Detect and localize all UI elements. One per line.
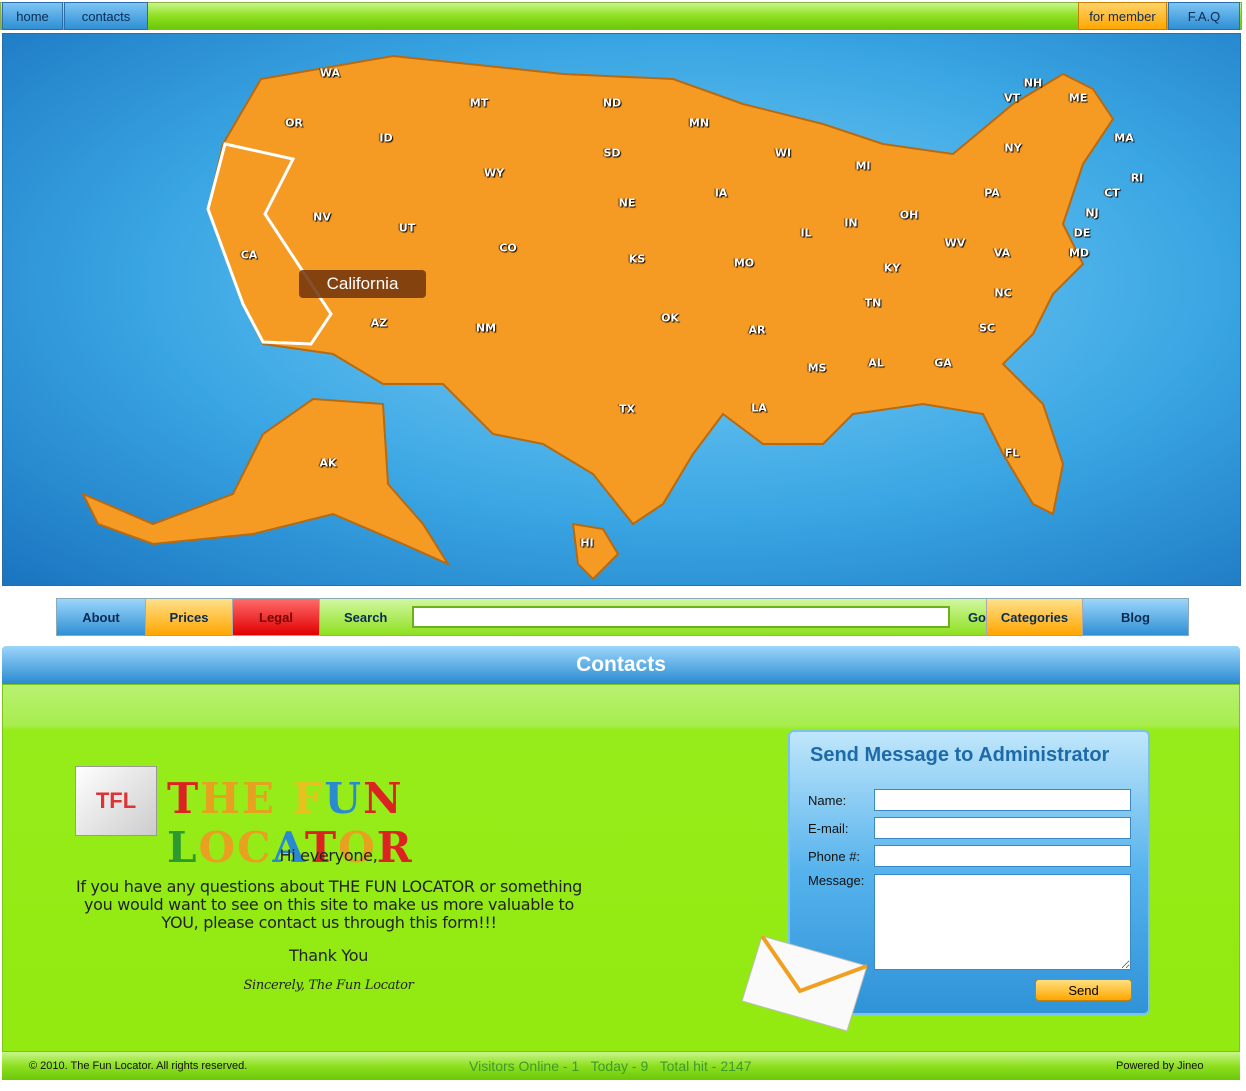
phone-label: Phone #: xyxy=(808,849,861,864)
state-label-mn[interactable]: MN xyxy=(689,117,709,130)
main-menu: About Prices Legal Search Go Categories … xyxy=(56,598,1189,636)
nav-home[interactable]: home xyxy=(2,2,63,30)
state-label-ne[interactable]: NE xyxy=(619,197,636,210)
intro-text: If you have any questions about THE FUN … xyxy=(75,877,583,932)
state-label-vt[interactable]: VT xyxy=(1004,92,1020,105)
state-label-fl[interactable]: FL xyxy=(1005,447,1020,460)
fun-locator-logo: TFL THE FUN LOCATOR xyxy=(75,764,585,872)
state-label-or[interactable]: OR xyxy=(285,117,303,130)
page-title: Contacts xyxy=(2,646,1240,684)
visitor-stats: Visitors Online - 1 Today - 9 Total hit … xyxy=(469,1058,752,1074)
state-label-de[interactable]: DE xyxy=(1074,227,1091,240)
state-label-in[interactable]: IN xyxy=(844,217,857,230)
state-label-sc[interactable]: SC xyxy=(979,322,995,335)
nav-contacts[interactable]: contacts xyxy=(64,2,148,30)
state-label-ct[interactable]: CT xyxy=(1104,187,1120,200)
email-input[interactable] xyxy=(874,817,1131,839)
state-label-ks[interactable]: KS xyxy=(629,253,645,266)
message-label: Message: xyxy=(808,873,865,888)
menu-about[interactable]: About xyxy=(57,599,146,635)
copyright: © 2010. The Fun Locator. All rights rese… xyxy=(29,1060,248,1072)
state-label-wy[interactable]: WY xyxy=(484,167,504,180)
state-label-md[interactable]: MD xyxy=(1069,247,1089,260)
state-label-la[interactable]: LA xyxy=(751,402,767,415)
state-label-co[interactable]: CO xyxy=(499,242,516,255)
menu-blog[interactable]: Blog xyxy=(1083,599,1188,635)
state-label-ms[interactable]: MS xyxy=(808,362,827,375)
signature: Sincerely, The Fun Locator xyxy=(243,978,414,993)
send-button[interactable]: Send xyxy=(1035,979,1132,1001)
state-label-nh[interactable]: NH xyxy=(1024,77,1042,90)
state-label-mt[interactable]: MT xyxy=(470,97,488,110)
state-label-mi[interactable]: MI xyxy=(855,160,870,173)
state-label-al[interactable]: AL xyxy=(868,357,884,370)
go-button[interactable]: Go xyxy=(968,610,986,625)
menu-legal[interactable]: Legal xyxy=(233,599,320,635)
email-label: E-mail: xyxy=(808,821,849,836)
state-label-me[interactable]: ME xyxy=(1069,92,1087,105)
state-label-ma[interactable]: MA xyxy=(1114,132,1133,145)
greeting: Hi everyone, xyxy=(279,846,378,865)
state-tooltip: California xyxy=(299,270,426,298)
state-label-nm[interactable]: NM xyxy=(476,322,496,335)
map-land xyxy=(80,54,1115,581)
state-label-ak[interactable]: AK xyxy=(319,457,336,470)
form-title: Send Message to Administrator xyxy=(810,744,1110,766)
state-label-nv[interactable]: NV xyxy=(313,211,331,224)
state-label-ny[interactable]: NY xyxy=(1004,142,1021,155)
state-label-ca[interactable]: CA xyxy=(241,249,258,262)
state-label-tx[interactable]: TX xyxy=(619,403,635,416)
state-label-ky[interactable]: KY xyxy=(884,262,901,275)
search-input[interactable] xyxy=(411,606,950,628)
state-label-va[interactable]: VA xyxy=(994,247,1010,260)
envelope-icon xyxy=(742,936,867,1031)
state-label-pa[interactable]: PA xyxy=(984,187,1000,200)
state-label-sd[interactable]: SD xyxy=(603,147,620,160)
state-label-ut[interactable]: UT xyxy=(399,222,415,235)
state-label-il[interactable]: IL xyxy=(800,227,811,240)
nav-for-member[interactable]: for member xyxy=(1078,2,1167,30)
state-label-nj[interactable]: NJ xyxy=(1085,207,1098,220)
powered-by: Powered by Jineo xyxy=(1116,1060,1204,1072)
name-input[interactable] xyxy=(874,789,1131,811)
state-label-ga[interactable]: GA xyxy=(934,357,952,370)
state-label-wi[interactable]: WI xyxy=(775,147,791,160)
state-label-mo[interactable]: MO xyxy=(734,257,754,270)
state-label-wa[interactable]: WA xyxy=(320,67,340,80)
top-nav-bar xyxy=(0,2,1242,30)
state-label-ok[interactable]: OK xyxy=(661,312,679,325)
name-label: Name: xyxy=(808,793,847,808)
state-label-wv[interactable]: WV xyxy=(945,237,966,250)
menu-prices[interactable]: Prices xyxy=(146,599,233,635)
us-map[interactable]: California WA OR ID MT ND MN WY SD NV UT CO NE KS IA W… xyxy=(2,33,1241,586)
state-label-ri[interactable]: RI xyxy=(1131,172,1144,185)
nav-faq[interactable]: F.A.Q xyxy=(1168,2,1240,30)
search-label: Search xyxy=(344,609,388,625)
state-label-oh[interactable]: OH xyxy=(900,209,919,222)
menu-categories[interactable]: Categories xyxy=(987,599,1083,635)
state-label-tn[interactable]: TN xyxy=(865,297,882,310)
phone-input[interactable] xyxy=(874,845,1131,867)
state-label-az[interactable]: AZ xyxy=(371,317,388,330)
state-label-hi[interactable]: HI xyxy=(580,537,593,550)
message-textarea[interactable] xyxy=(874,874,1131,970)
state-label-ar[interactable]: AR xyxy=(749,324,766,337)
state-label-id[interactable]: ID xyxy=(379,132,392,145)
state-label-nd[interactable]: ND xyxy=(603,97,621,110)
state-label-nc[interactable]: NC xyxy=(994,287,1011,300)
footer: © 2010. The Fun Locator. All rights rese… xyxy=(2,1052,1240,1080)
thank-you: Thank You xyxy=(288,946,369,965)
state-label-ia[interactable]: IA xyxy=(715,187,728,200)
